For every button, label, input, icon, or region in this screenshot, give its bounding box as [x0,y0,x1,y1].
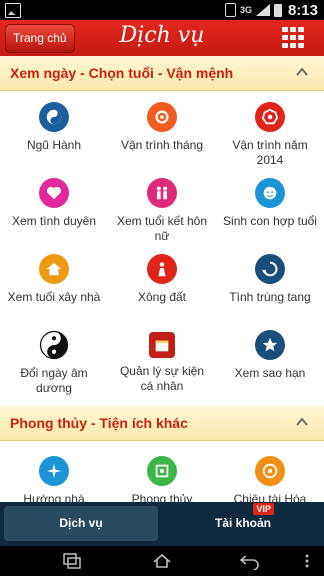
signal-icon [255,4,270,16]
clock: 8:13 [287,1,318,19]
tile-ngu-hanh[interactable]: Ngũ Hành [0,102,108,153]
grid-menu-button[interactable] [282,27,304,49]
network-type: 3G [239,5,252,15]
section-title: Phong thủy - Tiện ích khác [10,415,188,431]
tile-label: Xông đất [137,290,187,304]
wheel-month-icon [147,102,177,132]
tile-label: Xem tuổi xây nhà [7,290,101,304]
home-icon[interactable] [150,552,174,570]
tile-xem-tuoi-xay-nha[interactable]: Xem tuổi xây nhà [0,254,108,305]
vibrate-icon [224,3,236,17]
couple-icon [147,178,177,208]
recycle-icon [255,254,285,284]
tile-chieu-tai[interactable]: Chiêu tài Hóa [216,456,324,502]
page-title: Dịch vụ [119,23,205,48]
recent-apps-icon[interactable] [60,552,84,570]
tile-label: Vận trình tháng [120,138,204,152]
tile-label: Xem tình duyên [11,214,97,228]
heart-love-icon [39,178,69,208]
tile-label: Chiêu tài Hóa [233,492,307,502]
tile-tinh-trung-tang[interactable]: Tình trùng tang [216,254,324,305]
house-icon [39,254,69,284]
vip-badge: VIP [253,503,274,515]
tab-label: Tài khoản [214,516,271,530]
app-header: Trang chủ Dịch vụ [0,20,324,56]
yin-yang-five-elements-icon [39,102,69,132]
tile-label: Quản lý sự kiện cá nhân [119,364,205,393]
tile-doi-ngay[interactable]: Đổi ngày âm dương [0,330,108,396]
tile-label: Ngũ Hành [26,138,82,152]
tile-sinh-con[interactable]: Sinh con hợp tuổi [216,178,324,229]
coin-icon [255,456,285,486]
section-header-phong-thuy[interactable]: Phong thủy - Tiện ích khác [0,406,324,441]
tile-xong-dat[interactable]: Xông đất [108,254,216,305]
first-visitor-icon [147,254,177,284]
tile-label: Đổi ngày âm dương [20,366,88,395]
tile-label: Xem sao hạn [234,366,306,380]
fengshui-icon [147,456,177,486]
tile-label: Tình trùng tang [229,290,311,304]
tile-phong-thuy[interactable]: Phong thủy [108,456,216,502]
chevron-up-icon[interactable] [296,67,308,79]
system-nav-bar [0,546,324,576]
tile-label: Sinh con hợp tuổi [223,214,317,228]
back-icon[interactable] [238,552,262,571]
chevron-up-icon[interactable] [296,417,308,429]
tile-label: Xem tuổi kết hôn nữ [116,214,208,243]
tile-quan-ly-su-kien[interactable]: Quản lý sự kiện cá nhân [108,330,216,394]
tile-label: Vận trình năm 2014 [232,138,308,167]
image-notification-icon [5,3,21,18]
baby-icon [255,178,285,208]
battery-icon [273,3,282,17]
section-grid-2: Hướng nhà Phong thủy Chiêu tài Hóa [0,456,324,502]
calendar-icon [149,332,175,358]
section-title: Xem ngày - Chọn tuổi - Vận mệnh [10,65,234,81]
tile-van-trinh-nam[interactable]: Vận trình năm 2014 [216,102,324,168]
compass-icon [39,456,69,486]
bottom-tab-bar: Dịch vụ Tài khoản VIP [0,502,324,546]
bagua-year-icon [255,102,285,132]
tile-xem-tuoi-ket-hon[interactable]: Xem tuổi kết hôn nữ [108,178,216,244]
tile-label: Phong thủy [131,492,193,502]
tile-huong-nha[interactable]: Hướng nhà [0,456,108,502]
yin-yang-icon [39,330,69,360]
tile-label: Hướng nhà [23,492,85,502]
tab-dich-vu[interactable]: Dịch vụ [4,506,158,541]
tile-xem-tinh-duyen[interactable]: Xem tình duyên [0,178,108,229]
overflow-menu-icon[interactable] [304,552,310,570]
tab-tai-khoan[interactable]: Tài khoản VIP [166,503,320,541]
tile-van-trinh-thang[interactable]: Vận trình tháng [108,102,216,153]
star-icon [255,330,285,360]
section-header-xem-ngay[interactable]: Xem ngày - Chọn tuổi - Vận mệnh [0,56,324,91]
tile-xem-sao-han[interactable]: Xem sao hạn [216,330,324,381]
status-bar: 3G 8:13 [0,0,324,20]
